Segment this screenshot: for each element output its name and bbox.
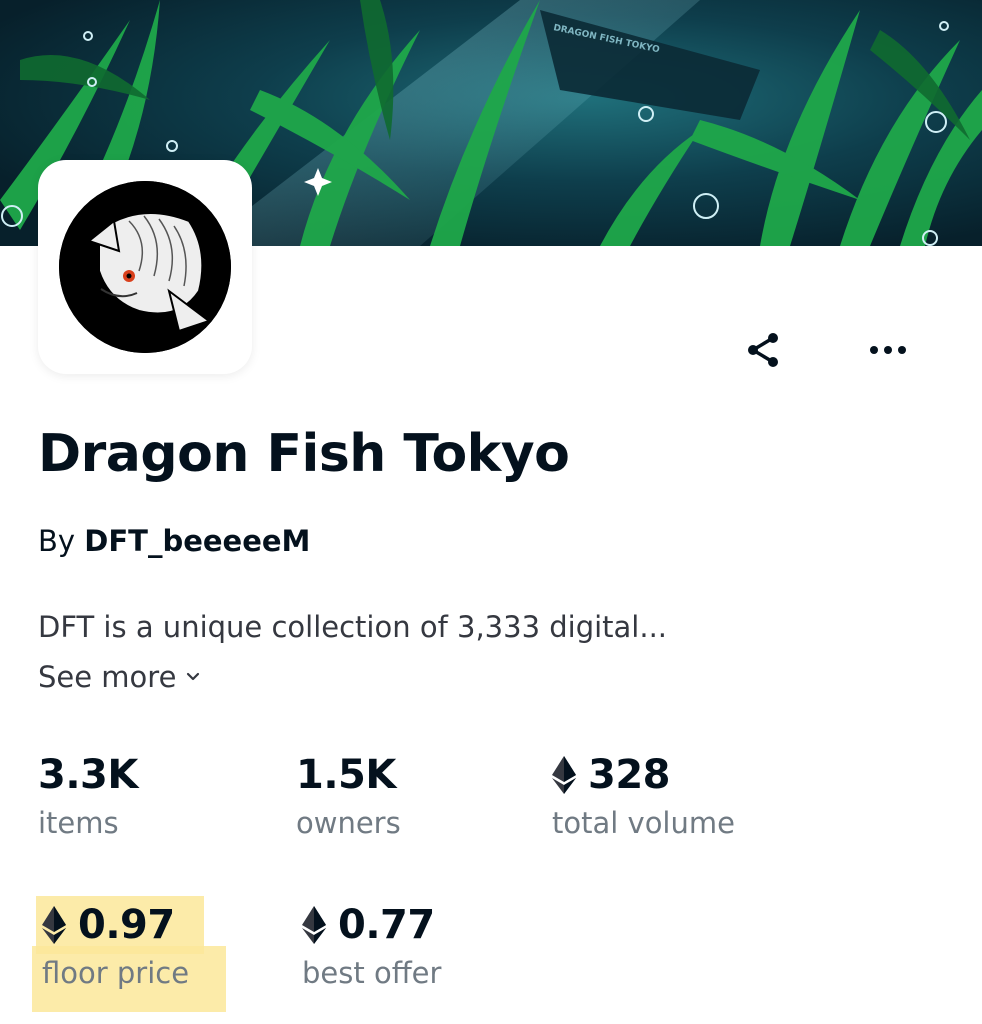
stat-total-volume-label: total volume xyxy=(552,806,735,840)
collection-avatar-card xyxy=(38,160,252,374)
see-more-button[interactable]: See more xyxy=(38,660,200,694)
stat-floor-price-value: 0.97 xyxy=(78,902,175,948)
creator-byline: By DFT_beeeeeM xyxy=(38,524,310,558)
chevron-down-icon xyxy=(187,672,200,681)
more-options-button[interactable] xyxy=(860,322,916,378)
stat-owners-label: owners xyxy=(296,806,401,840)
stat-items[interactable]: 3.3K items xyxy=(38,752,138,840)
collection-description: DFT is a unique collection of 3,333 digi… xyxy=(38,610,668,644)
stat-owners-value: 1.5K xyxy=(296,752,396,798)
stat-best-offer-value: 0.77 xyxy=(338,902,435,948)
more-horizontal-icon xyxy=(870,346,906,354)
stat-total-volume[interactable]: 328 total volume xyxy=(552,752,735,840)
ethereum-icon xyxy=(302,906,326,944)
stat-items-label: items xyxy=(38,806,119,840)
stat-owners[interactable]: 1.5K owners xyxy=(296,752,401,840)
ethereum-icon xyxy=(42,906,66,944)
share-button[interactable] xyxy=(736,322,792,378)
stat-best-offer-label: best offer xyxy=(302,956,442,990)
stat-floor-price[interactable]: 0.97 floor price xyxy=(42,902,189,990)
stat-best-offer[interactable]: 0.77 best offer xyxy=(302,902,441,990)
share-icon xyxy=(748,333,778,367)
collection-avatar xyxy=(59,181,231,353)
creator-link[interactable]: DFT_beeeeeM xyxy=(84,524,310,558)
stat-total-volume-value: 328 xyxy=(588,752,671,798)
collection-title: Dragon Fish Tokyo xyxy=(38,424,570,484)
stat-floor-price-label: floor price xyxy=(42,956,190,990)
see-more-label: See more xyxy=(38,660,177,694)
stat-items-value: 3.3K xyxy=(38,752,138,798)
byline-prefix: By xyxy=(38,524,76,558)
dragon-fish-logo-icon xyxy=(59,181,231,353)
ethereum-icon xyxy=(552,756,576,794)
